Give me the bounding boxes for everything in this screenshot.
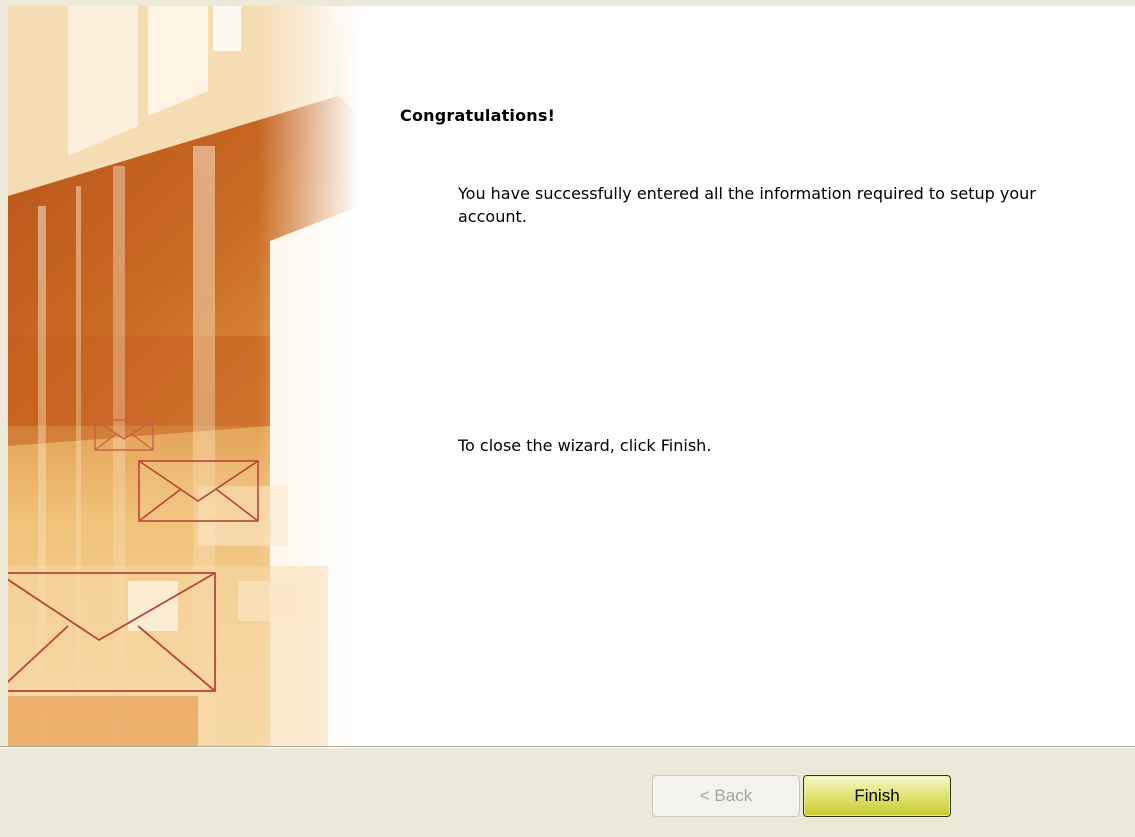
envelope-icon [138,460,259,522]
success-message: You have successfully entered all the in… [458,184,1036,226]
back-button[interactable]: < Back [652,775,800,817]
close-instruction: To close the wizard, click Finish. [458,436,712,455]
button-bar-separator [0,746,1135,748]
finish-button[interactable]: Finish [803,775,951,817]
wizard-content-area: Congratulations! You have successfully e… [8,6,1135,746]
wizard-heading: Congratulations! [400,106,556,125]
wizard-banner-graphic [8,6,360,746]
account-setup-wizard: Congratulations! You have successfully e… [0,0,1135,837]
